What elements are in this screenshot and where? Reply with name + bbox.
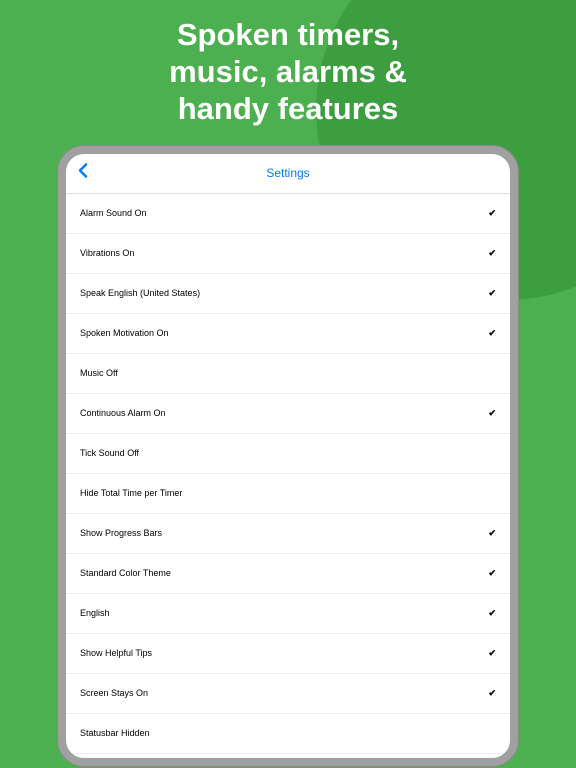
settings-row-hide-total-time[interactable]: Hide Total Time per Timer ✔ [66, 474, 510, 514]
settings-row-label: Statusbar Hidden [80, 728, 150, 738]
check-icon: ✔ [488, 248, 496, 259]
settings-row-alarm-sound[interactable]: Alarm Sound On ✔ [66, 194, 510, 234]
settings-row-statusbar-hidden[interactable]: Statusbar Hidden ✔ [66, 714, 510, 754]
settings-row-spoken-motivation[interactable]: Spoken Motivation On ✔ [66, 314, 510, 354]
settings-row-color-theme[interactable]: Standard Color Theme ✔ [66, 554, 510, 594]
settings-row-tick-sound[interactable]: Tick Sound Off ✔ [66, 434, 510, 474]
settings-row-label: Speak English (United States) [80, 288, 200, 298]
settings-row-label: Music Off [80, 368, 118, 378]
check-icon: ✔ [488, 528, 496, 539]
settings-row-label: Vibrations On [80, 248, 134, 258]
settings-row-helpful-tips[interactable]: Show Helpful Tips ✔ [66, 634, 510, 674]
settings-row-screen-stays-on[interactable]: Screen Stays On ✔ [66, 674, 510, 714]
headline-line: music, alarms & [169, 53, 407, 90]
outer-container: Spoken timers, music, alarms & handy fea… [0, 0, 576, 768]
settings-row-speak-language[interactable]: Speak English (United States) ✔ [66, 274, 510, 314]
settings-row-label: Spoken Motivation On [80, 328, 169, 338]
marketing-headline: Spoken timers, music, alarms & handy fea… [169, 16, 407, 128]
check-icon: ✔ [488, 648, 496, 659]
settings-row-label: Standard Color Theme [80, 568, 171, 578]
check-icon: ✔ [488, 288, 496, 299]
navigation-bar: Settings [66, 154, 510, 194]
settings-row-language[interactable]: English ✔ [66, 594, 510, 634]
check-icon: ✔ [488, 568, 496, 579]
settings-row-label: Tick Sound Off [80, 448, 139, 458]
settings-row-label: Continuous Alarm On [80, 408, 166, 418]
settings-row-label: Show Progress Bars [80, 528, 162, 538]
tablet-frame: Settings Alarm Sound On ✔ Vibrations On … [58, 146, 518, 766]
check-icon: ✔ [488, 688, 496, 699]
check-icon: ✔ [488, 328, 496, 339]
settings-row-vibrations[interactable]: Vibrations On ✔ [66, 234, 510, 274]
nav-title: Settings [66, 166, 510, 180]
settings-row-label: Show Helpful Tips [80, 648, 152, 658]
chevron-left-icon [78, 163, 88, 179]
settings-list: Alarm Sound On ✔ Vibrations On ✔ Speak E… [66, 194, 510, 758]
settings-row-continuous-alarm[interactable]: Continuous Alarm On ✔ [66, 394, 510, 434]
settings-row-music[interactable]: Music Off ✔ [66, 354, 510, 394]
settings-row-label: English [80, 608, 110, 618]
check-icon: ✔ [488, 408, 496, 419]
headline-line: handy features [169, 90, 407, 127]
settings-row-label: Hide Total Time per Timer [80, 488, 182, 498]
back-button[interactable] [78, 163, 88, 184]
check-icon: ✔ [488, 208, 496, 219]
headline-line: Spoken timers, [169, 16, 407, 53]
settings-row-label: Alarm Sound On [80, 208, 147, 218]
settings-row-label: Screen Stays On [80, 688, 148, 698]
settings-row-progress-bars[interactable]: Show Progress Bars ✔ [66, 514, 510, 554]
check-icon: ✔ [488, 608, 496, 619]
